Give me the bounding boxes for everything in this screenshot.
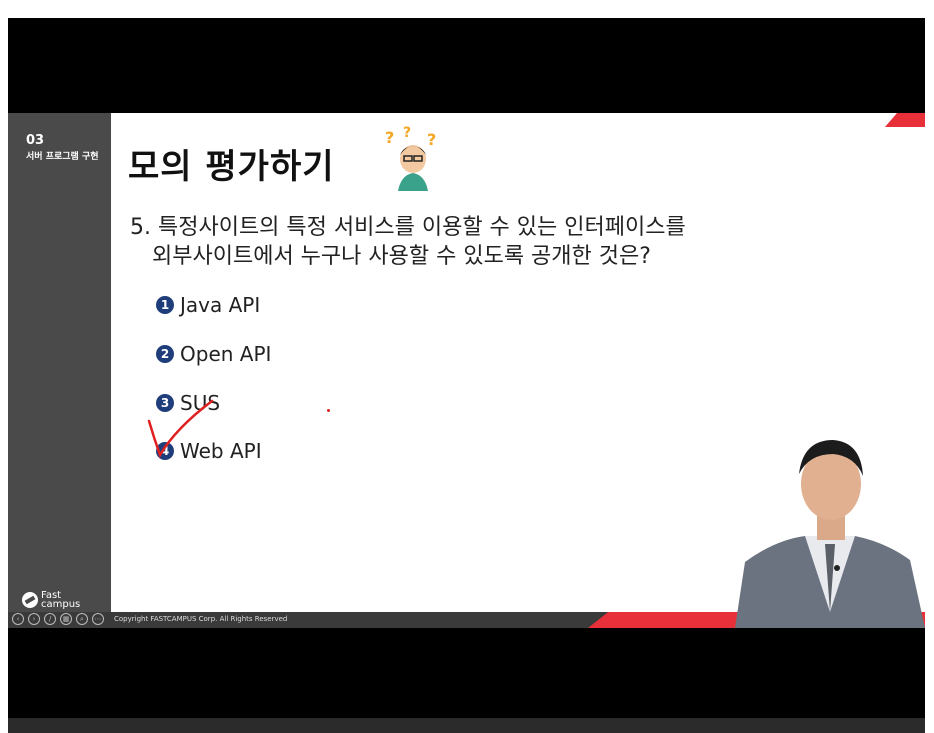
svg-text:?: ? [385, 128, 394, 147]
copyright-text: Copyright FASTCAMPUS Corp. All Rights Re… [114, 615, 288, 623]
confused-mascot-icon: ? ? ? [385, 125, 436, 191]
red-dot-annotation [327, 409, 330, 412]
question-line-2: 외부사이트에서 누구나 사용할 수 있도록 공개한 것은? [152, 244, 651, 269]
option-number-badge: 1 [156, 296, 174, 314]
option-label: Open API [180, 342, 272, 366]
svg-text:?: ? [427, 130, 436, 149]
fastcampus-logo: Fast campus [22, 591, 81, 610]
presenter-video [735, 440, 925, 628]
logo-text-line2: campus [41, 599, 81, 610]
pen-icon[interactable]: / [44, 613, 56, 625]
prev-slide-icon[interactable]: ‹ [12, 613, 24, 625]
red-accent-top [885, 113, 925, 127]
section-title: 서버 프로그램 구현 [26, 152, 99, 162]
slide-title: 모의 평가하기 [128, 147, 335, 187]
red-checkmark-annotation [147, 399, 214, 458]
next-slide-icon[interactable]: › [28, 613, 40, 625]
logo-icon [22, 592, 38, 608]
bottom-strip [8, 718, 925, 733]
slide-sidebar: 03 서버 프로그램 구현 Fast campus [8, 113, 111, 628]
question-text: 5. 특정사이트의 특정 서비스를 이용할 수 있는 인터페이스를 외부사이트에… [130, 213, 686, 271]
more-options-icon[interactable]: ⋯ [92, 613, 104, 625]
option-number-badge: 2 [156, 345, 174, 363]
section-number: 03 [26, 133, 45, 148]
question-line-1: 5. 특정사이트의 특정 서비스를 이용할 수 있는 인터페이스를 [130, 215, 686, 240]
option-2: 2 Open API [156, 342, 271, 366]
slides-grid-icon[interactable]: ▦ [60, 613, 72, 625]
option-label: Java API [180, 293, 261, 317]
option-1: 1 Java API [156, 293, 260, 317]
zoom-icon[interactable]: ⌕ [76, 613, 88, 625]
svg-text:?: ? [403, 125, 411, 141]
